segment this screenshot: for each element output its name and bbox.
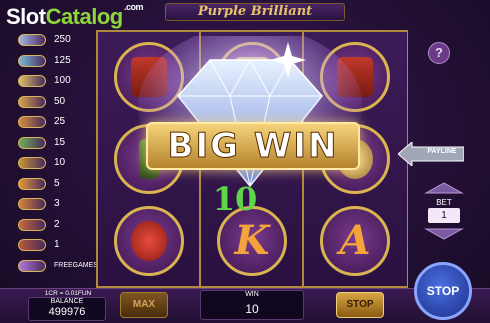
- crown-coin-icon: [18, 75, 46, 87]
- bet-down-arrow-icon[interactable]: [424, 228, 464, 240]
- paytable-value: 15: [54, 136, 66, 148]
- diamond-scatter-icon: [18, 259, 46, 272]
- emerald-bar-icon: [18, 54, 46, 67]
- paytable-row: 1: [16, 238, 98, 252]
- bet-value: 1: [428, 208, 460, 223]
- big-win-win: WIN: [253, 126, 339, 167]
- paytable-value: 5: [54, 177, 60, 189]
- stop-spin-button[interactable]: STOP: [414, 262, 472, 320]
- paytable-row: 100: [16, 74, 98, 88]
- paytable-value: 250: [54, 34, 71, 45]
- paytable-value: 10: [54, 157, 66, 168]
- ruby-ring-icon: [131, 221, 167, 261]
- payline-label: PAYLINE: [427, 148, 457, 155]
- paytable-row: 125: [16, 54, 98, 68]
- paytable-value: 3: [54, 198, 60, 209]
- logo-slot-text: Slot: [6, 4, 46, 29]
- paytable-value: FREEGAMES: [54, 261, 98, 269]
- game-title: Purple Brilliant: [165, 3, 345, 21]
- perfume-coin-icon: [18, 157, 46, 169]
- paytable-row: 250: [16, 33, 98, 47]
- credit-info: 1CR = 0.01FUN: [44, 290, 92, 297]
- letter-a-symbol: A: [320, 206, 390, 276]
- stop-button[interactable]: STOP: [336, 292, 384, 318]
- watch-coin-icon: [18, 116, 46, 128]
- paytable-value: 50: [54, 95, 66, 107]
- balance-label: BALANCE: [50, 298, 84, 305]
- paytable-row: 15: [16, 136, 98, 150]
- big-win-big: BIG: [167, 126, 241, 167]
- paytable-row: 3: [16, 197, 98, 211]
- game-screen: SlotCatalog .com Purple Brilliant 250 125…: [0, 0, 490, 323]
- logo-com-text: .com: [124, 2, 144, 12]
- ring-symbol: [114, 206, 184, 276]
- paytable-value: 100: [54, 75, 71, 86]
- paytable-value: 125: [54, 54, 71, 66]
- paytable-row: 25: [16, 115, 98, 129]
- paytable-row: 5: [16, 177, 98, 191]
- big-win-amount: 10: [212, 180, 258, 218]
- letter-k-coin-icon: [18, 198, 46, 210]
- diamond-bar-icon: [18, 34, 46, 46]
- slotcatalog-logo: SlotCatalog .com: [6, 2, 144, 30]
- paytable-row: 50: [16, 95, 98, 109]
- champagne-coin-icon: [18, 136, 46, 149]
- bet-label: BET: [436, 198, 452, 207]
- paytable: 250 125 100 50 25 15 10 5 3 2 1 FREEGAMES: [16, 33, 98, 279]
- letter-a-icon: A: [339, 217, 371, 264]
- letter-k-icon: K: [234, 217, 270, 264]
- paytable-row: FREEGAMES: [16, 259, 98, 273]
- help-button[interactable]: ?: [428, 42, 450, 64]
- letter-q-coin-icon: [18, 218, 46, 231]
- paytable-value: 25: [54, 116, 66, 127]
- ring-coin-icon: [18, 95, 46, 108]
- win-label: WIN: [245, 291, 259, 298]
- letter-a-coin-icon: [18, 177, 46, 190]
- paytable-row: 10: [16, 156, 98, 170]
- logo-catalog-text: Catalog: [45, 4, 124, 29]
- big-win-text: BIG WIN: [146, 125, 360, 167]
- letter-j-coin-icon: [18, 239, 46, 251]
- max-bet-button[interactable]: MAX: [120, 292, 168, 318]
- balance-value: 499976: [48, 306, 86, 318]
- win-value: 10: [245, 302, 259, 316]
- bet-control: BET 1: [424, 182, 464, 240]
- bet-up-arrow-icon[interactable]: [424, 182, 464, 194]
- paytable-value: 1: [54, 239, 60, 250]
- paytable-value: 2: [54, 218, 60, 230]
- paytable-row: 2: [16, 218, 98, 232]
